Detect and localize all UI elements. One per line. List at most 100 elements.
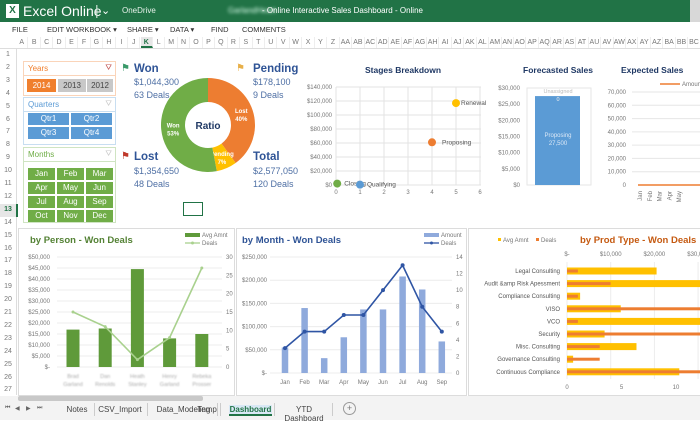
y-tick-label: 0: [623, 183, 627, 189]
bar-deals: [567, 269, 578, 273]
x-tick-label-top: $30,000: [687, 252, 700, 258]
y2-tick-label: 20: [226, 292, 233, 298]
legend-label: Deals: [441, 241, 456, 247]
bar-avg-amnt: [567, 317, 700, 325]
chart-title: by Prod Type - Won Deals: [580, 235, 696, 246]
x-tick-label: Garland: [160, 382, 180, 388]
category-label: Security: [538, 332, 560, 338]
tab-divider: [147, 403, 148, 416]
donut-label: Won: [167, 123, 180, 129]
category-label: Continuous Compliance: [496, 370, 560, 376]
y-tick-label: 70,000: [608, 90, 627, 96]
y-tick-label: $45,000: [28, 266, 50, 272]
x-tick-label: 6: [478, 190, 482, 196]
legend-marker: [191, 241, 194, 245]
sheet-tab-temp[interactable]: Temp: [196, 405, 218, 414]
x-tick-label: 5: [454, 190, 458, 196]
x-tick-label: Stanley: [128, 382, 147, 388]
first-sheet-icon[interactable]: ⏮: [5, 405, 10, 412]
bar-deals: [567, 307, 700, 311]
prev-sheet-icon[interactable]: ◀: [15, 405, 20, 412]
y2-tick-label: 4: [456, 338, 460, 344]
legend-swatch: [536, 238, 539, 241]
chart-title: by Person - Won Deals: [30, 235, 133, 246]
y-tick-label: 10,000: [608, 170, 627, 176]
x-tick-label: Garland: [63, 382, 83, 388]
chart-title: by Month - Won Deals: [242, 235, 341, 246]
category-label: Legal Consulting: [515, 269, 560, 275]
y2-tick-label: 30: [226, 255, 233, 261]
legend-swatch: [185, 233, 200, 237]
y-tick-label: 20,000: [608, 156, 627, 162]
y-tick-label: $60,000: [310, 141, 332, 147]
line-marker: [400, 263, 405, 268]
data-point-renewal: [452, 99, 460, 108]
tab-divider: [274, 403, 275, 416]
y-tick-label: $5,000: [32, 354, 51, 360]
x-tick-label: Aug: [417, 380, 428, 386]
sheet-tab-ytd-dashboard[interactable]: YTD Dashboard: [278, 405, 330, 423]
bar-heath-stanley: [130, 269, 144, 367]
category-label: Misc. Consulting: [516, 345, 560, 351]
x-tick-label: Jan: [280, 380, 290, 386]
donut-label: Lost: [235, 109, 248, 115]
legend-label: Avg Amnt: [202, 233, 228, 239]
category-label: Compliance Consulting: [498, 294, 560, 300]
bar-apr: [340, 337, 348, 373]
y-tick-label: $0: [513, 183, 520, 189]
data-label: Renewal: [461, 100, 487, 107]
next-sheet-icon[interactable]: ▶: [26, 405, 31, 412]
line-marker: [302, 329, 307, 334]
line-marker: [381, 288, 385, 293]
x-tick-label: Jan: [638, 191, 644, 201]
bar-rebeka-prosser: [195, 334, 209, 367]
y-tick-label: $0: [325, 183, 332, 189]
bar-jul: [399, 276, 406, 373]
line-marker: [420, 304, 425, 309]
y-tick-label: $15,000: [28, 332, 50, 338]
bar-deals: [567, 332, 700, 336]
donut-pct: 53%: [167, 131, 180, 137]
y-tick-label: $20,000: [498, 118, 520, 124]
y-tick-label: $-: [45, 365, 50, 371]
category-label: Audit &amp Risk Apessment: [484, 282, 560, 288]
x-tick-label: Feb: [299, 380, 310, 386]
line-marker: [283, 346, 287, 351]
horizontal-scrollbar[interactable]: [18, 396, 203, 401]
y-tick-label: $40,000: [310, 155, 332, 161]
y-tick-label: $30,000: [28, 299, 50, 305]
x-tick-label: Apr: [667, 191, 673, 200]
legend-label: Amount: [682, 82, 700, 88]
y2-tick-label: 15: [226, 310, 233, 316]
bar-deals: [567, 294, 578, 298]
y-tick-label: $25,000: [28, 310, 50, 316]
x-tick-label-bottom: 5: [620, 385, 624, 391]
bar-deals: [567, 370, 700, 374]
sheet-tab-notes[interactable]: Notes: [62, 405, 92, 414]
bar-sep: [438, 341, 446, 373]
add-sheet-button[interactable]: +: [343, 402, 356, 415]
x-tick-label: Mar: [319, 380, 329, 386]
bar-avg-amnt: [567, 267, 657, 275]
line-marker: [200, 266, 204, 270]
sheet-tab-dashboard[interactable]: Dashboard: [229, 405, 272, 416]
line-marker: [361, 313, 366, 317]
x-tick-label: Mar: [658, 191, 664, 201]
line-marker: [322, 329, 327, 334]
bar-mar: [320, 358, 328, 373]
y-tick-label: $150,000: [242, 301, 268, 307]
y-tick-label: $50,000: [245, 348, 267, 354]
donut-center-label: Ratio: [196, 121, 221, 132]
bar-brad-garland: [66, 329, 80, 367]
category-label: Governance Consulting: [497, 357, 560, 363]
y2-tick-label: 10: [226, 328, 233, 334]
chart-title: Stages Breakdown: [365, 65, 441, 75]
y2-tick-label: 25: [226, 273, 233, 279]
bar-feb: [301, 308, 308, 373]
x-tick-label: 3: [406, 190, 410, 196]
bar-dan-renolds: [98, 328, 112, 367]
x-tick-label: Sep: [436, 380, 447, 386]
sheet-tab-csv-import[interactable]: CSV_Import: [95, 405, 145, 414]
y-tick-label: $30,000: [498, 86, 520, 92]
last-sheet-icon[interactable]: ⏭: [37, 405, 42, 412]
